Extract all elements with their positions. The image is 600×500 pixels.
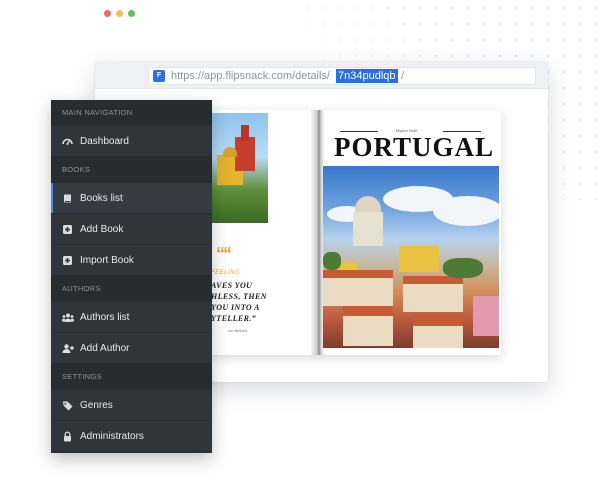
lisbon-cover-photo — [323, 166, 499, 348]
plus-square-icon — [62, 224, 73, 235]
cover-title: PORTUGAL — [334, 132, 495, 162]
quote-line: HLESS, THEN — [211, 292, 267, 301]
quote-mark-icon: ““ — [216, 244, 232, 264]
admin-sidebar: MAIN NAVIGATION Dashboard BOOKS Books li… — [51, 100, 212, 453]
sidebar-item-import-book[interactable]: Import Book — [51, 245, 212, 276]
nav-section-title: BOOKS — [51, 157, 212, 183]
sidebar-item-add-author[interactable]: Add Author — [51, 333, 212, 364]
sidebar-item-genres[interactable]: Genres — [51, 390, 212, 421]
quote-line: YOU INTO A — [211, 303, 260, 312]
sidebar-item-authors-list[interactable]: Authors list — [51, 302, 212, 333]
lock-icon — [62, 431, 73, 442]
url-prefix: https://app.flipsnack.com/details/ — [171, 70, 330, 82]
quote-line: YTELLER.” — [211, 314, 257, 323]
sidebar-item-administrators[interactable]: Administrators — [51, 421, 212, 452]
url-suffix: / — [401, 70, 405, 82]
quote-line: AVES YOU — [211, 281, 253, 290]
user-plus-icon — [62, 343, 74, 354]
nav-section-title: SETTINGS — [51, 364, 212, 390]
window-maximize-dot[interactable] — [128, 10, 135, 17]
address-bar[interactable]: F https://app.flipsnack.com/details/ 7n3… — [148, 67, 536, 85]
users-icon — [61, 312, 75, 323]
sidebar-item-add-book[interactable]: Add Book — [51, 214, 212, 245]
sidebar-item-label: Genres — [80, 400, 113, 411]
sidebar-item-label: Authors list — [80, 312, 130, 323]
castle-photo — [211, 113, 268, 223]
nav-section-title: AUTHORS — [51, 276, 212, 302]
window-close-dot[interactable] — [104, 10, 111, 17]
sidebar-item-dashboard[interactable]: Dashboard — [51, 126, 212, 157]
window-minimize-dot[interactable] — [116, 10, 123, 17]
sidebar-item-label: Import Book — [80, 255, 134, 266]
sidebar-item-label: Dashboard — [80, 136, 129, 147]
sidebar-item-label: Administrators — [80, 431, 144, 442]
url-selected-id[interactable]: 7n34pudlqb — [336, 69, 398, 83]
quote-label: FEELING — [211, 270, 241, 276]
sidebar-item-label: Books list — [80, 193, 123, 204]
plus-square-icon — [62, 255, 73, 266]
sidebar-item-label: Add Author — [80, 343, 130, 354]
tags-icon — [62, 400, 73, 411]
sidebar-item-books-list[interactable]: Books list — [51, 183, 212, 214]
nav-section-title: MAIN NAVIGATION — [51, 100, 212, 126]
dashboard-icon — [62, 136, 73, 147]
sidebar-item-label: Add Book — [80, 224, 124, 235]
site-favicon-icon: F — [153, 70, 165, 82]
quote-author: nin Bellulia — [228, 328, 248, 333]
book-icon — [62, 193, 73, 204]
